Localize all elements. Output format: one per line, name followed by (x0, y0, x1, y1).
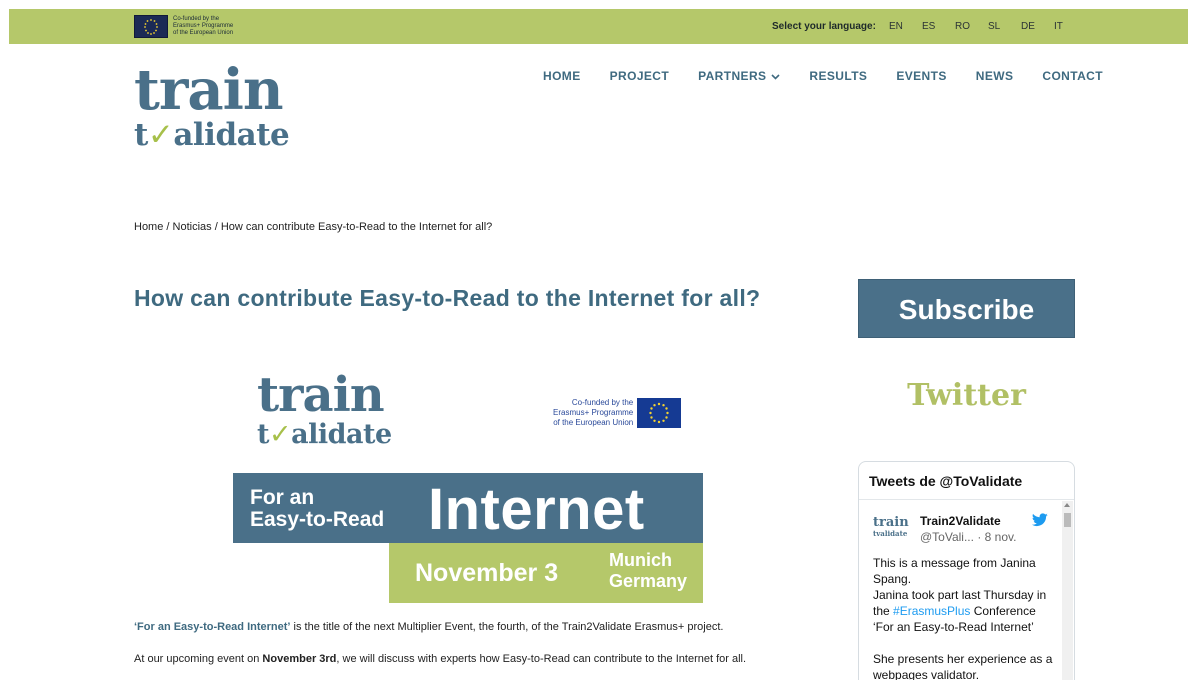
checkmark-icon: ✓ (268, 419, 292, 450)
banner-for-an: For an Easy-to-Read (250, 487, 384, 531)
eu-flag-icon (134, 15, 168, 38)
banner-title-block: For an Easy-to-Read Internet (233, 473, 703, 543)
tweet-author-handle[interactable]: @ToVali... · 8 nov. (920, 530, 1016, 544)
banner-internet: Internet (428, 477, 645, 542)
eu-cofunded-text: Co-funded by the Erasmus+ Programme of t… (173, 16, 233, 37)
banner-place: Munich Germany (609, 550, 687, 592)
banner-eu-text: Co-funded by the Erasmus+ Programme of t… (553, 398, 633, 428)
tweet-handle: @ToVali... (920, 530, 974, 544)
avatar-line2: tvalidate (873, 529, 908, 538)
tweet-line4: She presents her experience as a webpage… (873, 652, 1053, 680)
lang-ro[interactable]: RO (955, 21, 988, 32)
p1-text: is the title of the next Multiplier Even… (290, 621, 724, 633)
banner-logo-train: train (257, 367, 385, 423)
page-title: How can contribute Easy-to-Read to the I… (134, 285, 761, 311)
tweet-author-name[interactable]: Train2Validate (920, 514, 1001, 528)
twitter-heading: Twitter (907, 378, 1026, 413)
eu-line2: Erasmus+ Programme (173, 23, 234, 29)
twitter-timeline-widget: Tweets de @ToValidate train tvalidate Tr… (858, 461, 1075, 680)
timeline-title[interactable]: Tweets de @ToValidate (859, 462, 1074, 500)
nav-results[interactable]: RESULTS (809, 69, 867, 83)
nav-project[interactable]: PROJECT (610, 69, 669, 83)
nav-contact[interactable]: CONTACT (1042, 69, 1103, 83)
breadcrumb-current: How can contribute Easy-to-Read to the I… (220, 221, 493, 233)
scroll-up-icon[interactable] (1064, 503, 1070, 507)
article-paragraph-1: ‘For an Easy-to-Read Internet’ is the ti… (134, 621, 723, 633)
banner-logo-t: t (257, 419, 269, 450)
banner-date-block: November 3 Munich Germany (389, 543, 703, 603)
chevron-down-icon (771, 72, 780, 82)
logo-word-train: train (134, 57, 284, 123)
event-link[interactable]: ‘For an Easy-to-Read Internet’ (134, 621, 290, 633)
breadcrumb-section[interactable]: Noticias (173, 221, 212, 233)
breadcrumb-sep: / (163, 221, 173, 233)
eu-cofunded-badge: Co-funded by the Erasmus+ Programme of t… (134, 15, 233, 38)
avatar-line1: train (873, 515, 909, 530)
p2-text-a: At our upcoming event on (134, 653, 263, 665)
main-nav: HOME PROJECT PARTNERS RESULTS EVENTS NEW… (543, 69, 1103, 83)
logo-alidate: alidate (173, 117, 290, 153)
language-switcher: EN ES RO SL DE IT (889, 21, 1087, 32)
banner-logo-validate: t✓alidate (257, 420, 392, 450)
nav-partners-label: PARTNERS (698, 69, 767, 83)
tweet-text: This is a message from Janina Spang. Jan… (873, 555, 1058, 680)
nav-news[interactable]: NEWS (976, 69, 1014, 83)
lang-it[interactable]: IT (1054, 21, 1087, 32)
subscribe-button[interactable]: Subscribe (858, 279, 1075, 338)
nav-home[interactable]: HOME (543, 69, 581, 83)
lang-de[interactable]: DE (1021, 21, 1054, 32)
site-logo[interactable]: train t✓alidate (134, 62, 294, 152)
tweet-line1: This is a message from Janina Spang. (873, 556, 1036, 586)
nav-partners[interactable]: PARTNERS (698, 69, 780, 83)
tweet-line2: Janina took part last Thursday in the #E… (873, 587, 1058, 635)
eu-line1: Co-funded by the (173, 16, 220, 22)
scrollbar-thumb[interactable] (1064, 513, 1071, 527)
eu-flag-icon (637, 398, 682, 428)
banner-eu-badge: Co-funded by the Erasmus+ Programme of t… (553, 398, 682, 428)
checkmark-icon: ✓ (147, 117, 174, 153)
nav-events[interactable]: EVENTS (896, 69, 946, 83)
tweet-hashtag[interactable]: #ErasmusPlus (893, 604, 970, 618)
event-banner-image: train t✓alidate Co-funded by the Erasmus… (233, 370, 703, 603)
banner-logo: train t✓alidate (257, 370, 392, 450)
logo-word-validate: t✓alidate (134, 118, 294, 152)
p2-date: November 3rd (262, 653, 337, 665)
p2-text-b: , we will discuss with experts how Easy-… (336, 653, 747, 665)
breadcrumb-home[interactable]: Home (134, 221, 163, 233)
banner-for-an-text: For an (250, 486, 315, 509)
tweet-spacer (873, 635, 1058, 651)
top-bar: Co-funded by the Erasmus+ Programme of t… (9, 9, 1188, 44)
banner-eu-line3: of the European Union (553, 418, 634, 427)
tweet-date: · 8 nov. (973, 530, 1017, 544)
eu-line3: of the European Union (173, 30, 234, 36)
lang-en[interactable]: EN (889, 21, 922, 32)
lang-sl[interactable]: SL (988, 21, 1021, 32)
banner-city: Munich (609, 550, 672, 570)
banner-eu-line2: Erasmus+ Programme (553, 408, 634, 417)
banner-country: Germany (609, 571, 688, 591)
breadcrumb: Home / Noticias / How can contribute Eas… (134, 221, 492, 233)
breadcrumb-sep: / (211, 221, 221, 233)
avatar[interactable]: train tvalidate (873, 516, 913, 538)
timeline-scrollbar[interactable] (1062, 501, 1073, 680)
lang-es[interactable]: ES (922, 21, 955, 32)
twitter-bird-icon[interactable] (1032, 513, 1048, 527)
language-label: Select your language: (772, 21, 876, 32)
banner-logo-alidate: alidate (291, 419, 392, 450)
banner-easy-text: Easy-to-Read (250, 508, 385, 531)
logo-t: t (134, 117, 148, 153)
banner-eu-line1: Co-funded by the (571, 398, 634, 407)
banner-date: November 3 (415, 559, 559, 587)
article-paragraph-2: At our upcoming event on November 3rd, w… (134, 653, 746, 665)
